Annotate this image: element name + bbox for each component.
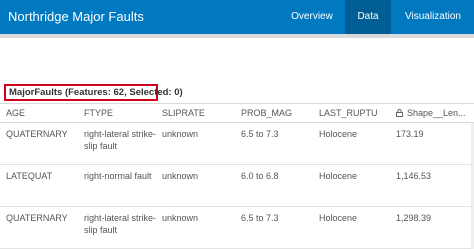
app-header: Northridge Major Faults Overview Data Vi… bbox=[0, 0, 474, 34]
page-title: Northridge Major Faults bbox=[8, 9, 144, 24]
cell-ftype: right-normal fault bbox=[84, 171, 152, 181]
cell-last-ruptu: Holocene bbox=[319, 213, 358, 223]
column-header-ftype[interactable]: FTYPE bbox=[84, 104, 158, 123]
table-row[interactable]: QUATERNARY right-lateral strike-slip fau… bbox=[0, 123, 474, 165]
tab-visualization[interactable]: Visualization bbox=[392, 0, 474, 34]
layer-feature-count: MajorFaults (Features: 62, Selected: 0) bbox=[4, 84, 183, 101]
cell-last-ruptu: Holocene bbox=[319, 129, 358, 139]
cell-sliprate: unknown bbox=[162, 213, 199, 223]
tab-overview[interactable]: Overview bbox=[281, 0, 343, 34]
column-header-sliprate[interactable]: SLIPRATE bbox=[162, 104, 236, 123]
column-header-prob-mag[interactable]: PROB_MAG bbox=[241, 104, 315, 123]
cell-shape-len: 1,146.53 bbox=[396, 171, 432, 181]
table-row[interactable]: LATEQUAT right-normal fault unknown 6.0 … bbox=[0, 165, 474, 207]
app: Northridge Major Faults Overview Data Vi… bbox=[0, 0, 474, 249]
cell-ftype: right-lateral strike-slip fault bbox=[84, 213, 157, 235]
column-header-last-ruptu[interactable]: LAST_RUPTU bbox=[319, 104, 391, 123]
tab-data[interactable]: Data bbox=[345, 0, 391, 34]
attribute-table: AGE FTYPE SLIPRATE PROB_MAG LAST_RUPTU S… bbox=[0, 103, 474, 249]
cell-age: QUATERNARY bbox=[6, 129, 68, 139]
cell-shape-len: 173.19 bbox=[396, 129, 424, 139]
cell-age: QUATERNARY bbox=[6, 213, 68, 223]
column-header-age[interactable]: AGE bbox=[6, 104, 78, 123]
cell-age: LATEQUAT bbox=[6, 171, 53, 181]
cell-sliprate: unknown bbox=[162, 171, 199, 181]
column-header-shape-len[interactable]: Shape__Len... bbox=[396, 104, 472, 123]
cell-sliprate: unknown bbox=[162, 129, 199, 139]
cell-last-ruptu: Holocene bbox=[319, 171, 358, 181]
lock-icon bbox=[396, 105, 403, 117]
column-header-shape-len-label: Shape__Len... bbox=[407, 108, 466, 118]
header-divider bbox=[0, 34, 474, 38]
table-row[interactable]: QUATERNARY right-lateral strike-slip fau… bbox=[0, 207, 474, 249]
cell-prob-mag: 6.0 to 6.8 bbox=[241, 171, 279, 181]
cell-ftype: right-lateral strike-slip fault bbox=[84, 129, 157, 151]
cell-shape-len: 1,298.39 bbox=[396, 213, 432, 223]
cell-prob-mag: 6.5 to 7.3 bbox=[241, 213, 279, 223]
table-header-row: AGE FTYPE SLIPRATE PROB_MAG LAST_RUPTU S… bbox=[0, 104, 474, 123]
cell-prob-mag: 6.5 to 7.3 bbox=[241, 129, 279, 139]
